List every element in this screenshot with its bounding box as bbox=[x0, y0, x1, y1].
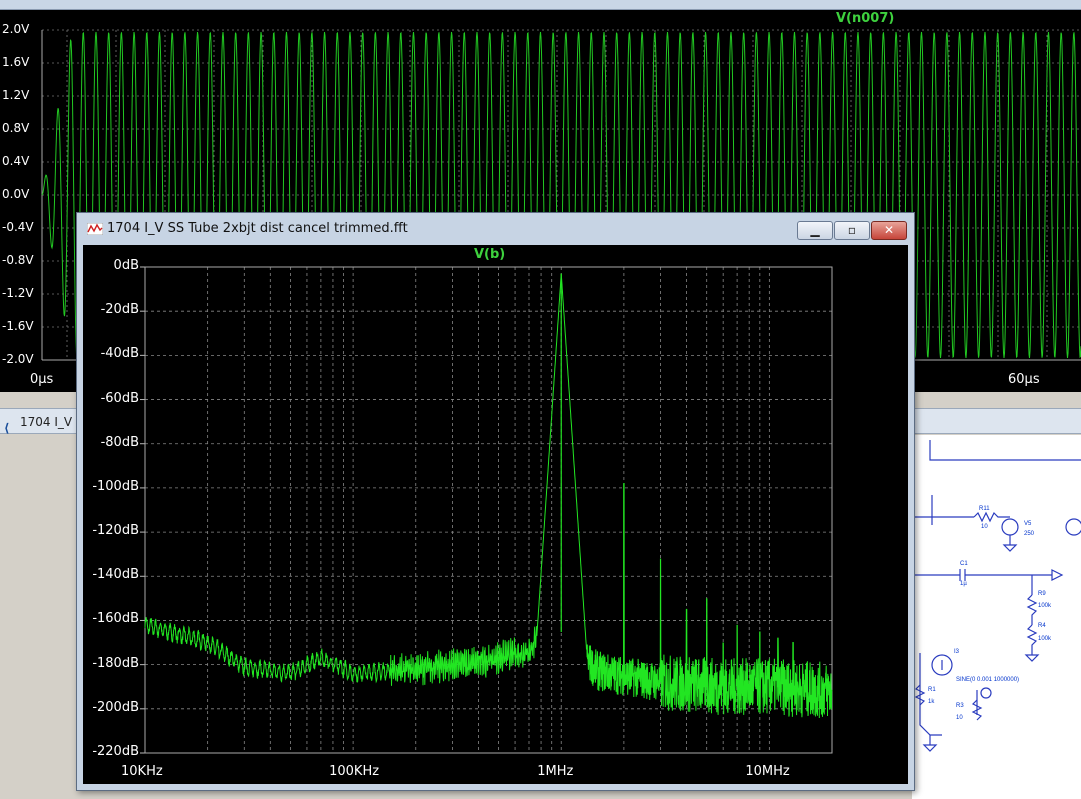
time-x-tick-label: 0µs bbox=[30, 372, 54, 387]
time-y-tick-label: 0.0V bbox=[2, 187, 30, 201]
fft-y-tick-label: -120dB bbox=[92, 523, 139, 539]
fft-y-tick-label: -140dB bbox=[92, 567, 139, 583]
time-y-tick-label: -0.4V bbox=[2, 220, 34, 234]
fft-y-tick-label: -80dB bbox=[100, 434, 139, 450]
svg-text:I3: I3 bbox=[954, 649, 960, 655]
fft-x-tick-label: 10MHz bbox=[745, 764, 790, 779]
fft-plot-svg bbox=[140, 266, 833, 754]
fft-y-tick-label: -220dB bbox=[92, 744, 139, 759]
time-y-tick-label: -1.2V bbox=[2, 286, 34, 300]
trace-vb bbox=[144, 273, 833, 719]
time-y-tick-label: -1.6V bbox=[2, 319, 34, 333]
background-window-titlebar[interactable] bbox=[0, 0, 1081, 10]
minimize-icon: ▁ bbox=[810, 223, 820, 237]
time-x-tick-label: 60µs bbox=[1008, 372, 1040, 387]
time-y-tick-label: 0.4V bbox=[2, 154, 30, 168]
fft-window-title: 1704 I_V SS Tube 2xbjt dist cancel trimm… bbox=[107, 221, 408, 236]
time-y-tick-label: -0.8V bbox=[2, 253, 34, 267]
svg-text:1k: 1k bbox=[928, 699, 935, 705]
fft-x-tick-label: 100KHz bbox=[329, 764, 380, 779]
close-icon: ✕ bbox=[883, 223, 895, 237]
svg-text:V5: V5 bbox=[1024, 521, 1032, 527]
fft-plot[interactable]: 0dB -20dB -40dB -60dB -80dB -100dB -120dB -140d… bbox=[83, 245, 908, 784]
maximize-button[interactable]: ▫ bbox=[834, 221, 870, 240]
time-y-tick-label: 0.8V bbox=[2, 121, 30, 135]
schematic-window-title: 1704 I_V S bbox=[20, 415, 84, 429]
time-y-tick-label: 1.6V bbox=[2, 55, 30, 69]
time-y-tick-label: -2.0V bbox=[2, 352, 34, 366]
trace-label-vb[interactable]: V(b) bbox=[474, 247, 505, 262]
svg-text:C1: C1 bbox=[960, 561, 968, 567]
fft-y-tick-label: 0dB bbox=[113, 258, 139, 273]
minimize-button[interactable]: ▁ bbox=[797, 221, 833, 240]
schematic-svg: R11 10 V5 250 C1 1µ R9 100k R4 100k I3 S… bbox=[912, 440, 1081, 752]
fft-y-tick-label: -40dB bbox=[100, 346, 139, 362]
svg-text:R1: R1 bbox=[928, 687, 936, 693]
schematic-canvas[interactable]: R11 10 V5 250 C1 1µ R9 100k R4 100k I3 S… bbox=[912, 435, 1081, 799]
time-y-tick-label: 1.2V bbox=[2, 88, 30, 102]
fft-y-tick-label: -180dB bbox=[92, 655, 139, 671]
svg-text:1µ: 1µ bbox=[960, 581, 967, 587]
svg-text:R9: R9 bbox=[1038, 591, 1046, 597]
waveform-app-icon bbox=[87, 223, 103, 235]
fft-x-tick-label: 10KHz bbox=[121, 764, 163, 779]
fft-window-titlebar[interactable]: 1704 I_V SS Tube 2xbjt dist cancel trimm… bbox=[77, 213, 914, 245]
trace-label-vn007[interactable]: V(n007) bbox=[836, 11, 894, 26]
close-button[interactable]: ✕ bbox=[871, 221, 907, 240]
svg-text:250: 250 bbox=[1024, 531, 1035, 537]
maximize-icon: ▫ bbox=[847, 223, 857, 237]
fft-y-tick-label: -200dB bbox=[92, 699, 139, 715]
svg-text:R4: R4 bbox=[1038, 623, 1046, 629]
svg-text:SINE(0 0.001 1000000): SINE(0 0.001 1000000) bbox=[956, 677, 1019, 683]
fft-window[interactable]: 1704 I_V SS Tube 2xbjt dist cancel trimm… bbox=[76, 212, 915, 791]
fft-y-tick-label: -100dB bbox=[92, 478, 139, 494]
svg-text:10: 10 bbox=[981, 524, 988, 530]
svg-text:100k: 100k bbox=[1038, 636, 1052, 642]
svg-text:100k: 100k bbox=[1038, 603, 1052, 609]
fft-y-tick-label: -160dB bbox=[92, 611, 139, 627]
fft-y-tick-label: -60dB bbox=[100, 390, 139, 406]
label-r11: R11 bbox=[979, 506, 990, 512]
svg-text:10: 10 bbox=[956, 715, 963, 721]
svg-text:R3: R3 bbox=[956, 703, 964, 709]
time-y-tick-label: 2.0V bbox=[2, 22, 30, 36]
fft-y-tick-label: -20dB bbox=[100, 302, 139, 318]
fft-x-tick-label: 1MHz bbox=[537, 764, 574, 779]
